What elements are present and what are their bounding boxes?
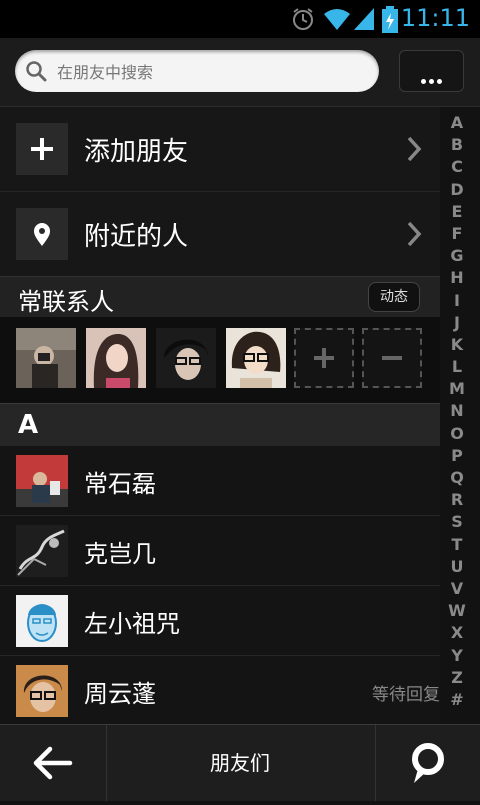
avatar (16, 665, 68, 717)
contact-name: 常石磊 (84, 470, 156, 498)
avatar[interactable] (156, 328, 216, 388)
feed-button[interactable]: 动态 (368, 282, 420, 312)
index-letter[interactable]: # (442, 689, 472, 711)
alphabet-index[interactable]: A B C D E F G H I J K L M N O P Q R S T U V W X Y Z # (442, 112, 472, 711)
avatar (16, 525, 68, 577)
contact-name: 周云蓬 (84, 680, 156, 708)
pending-reply-status: 等待回复 (372, 685, 440, 705)
location-marker-icon (412, 743, 444, 783)
section-title: 常联系人 (18, 288, 114, 316)
nearby-people-row[interactable]: 附近的人 (0, 192, 440, 276)
index-letter[interactable]: F (442, 223, 472, 245)
avatar (16, 595, 68, 647)
index-letter[interactable]: J (442, 312, 472, 334)
add-friend-row[interactable]: 添加朋友 (0, 107, 440, 191)
search-bar[interactable] (15, 50, 379, 92)
battery-icon (380, 6, 400, 38)
avatar[interactable] (16, 328, 76, 388)
back-button[interactable] (0, 725, 107, 801)
chevron-right-icon (406, 135, 422, 167)
status-time: 11:11 (400, 4, 470, 32)
index-letter[interactable]: X (442, 622, 472, 644)
index-letter[interactable]: D (442, 179, 472, 201)
remove-frequent-button[interactable] (362, 328, 422, 388)
index-letter[interactable]: I (442, 290, 472, 312)
index-letter[interactable]: Y (442, 645, 472, 667)
list-item[interactable]: 常石磊 (0, 446, 440, 516)
nearby-label: 附近的人 (84, 222, 189, 252)
index-letter[interactable]: A (442, 112, 472, 134)
add-frequent-button[interactable] (294, 328, 354, 388)
index-letter[interactable]: R (442, 489, 472, 511)
location-pin-icon (16, 208, 68, 260)
index-letter[interactable]: S (442, 511, 472, 533)
arrow-left-icon (33, 746, 73, 780)
plus-icon (314, 348, 334, 368)
index-letter[interactable]: M (442, 378, 472, 400)
search-header (0, 38, 480, 107)
avatar[interactable] (226, 328, 286, 388)
index-letter[interactable]: O (442, 423, 472, 445)
index-letter[interactable]: K (442, 334, 472, 356)
bottom-title: 朋友们 (210, 751, 270, 775)
letter-section-header: A (0, 403, 440, 446)
index-letter[interactable]: W (442, 600, 472, 622)
contact-name: 克岂几 (84, 540, 156, 568)
frequent-contacts-strip (0, 317, 440, 403)
index-letter[interactable]: U (442, 556, 472, 578)
bottom-bar: 朋友们 (0, 724, 480, 801)
index-letter[interactable]: N (442, 400, 472, 422)
index-letter[interactable]: Z (442, 667, 472, 689)
index-letter[interactable]: Q (442, 467, 472, 489)
avatar (16, 455, 68, 507)
location-button[interactable] (375, 725, 480, 801)
index-letter[interactable]: E (442, 201, 472, 223)
wifi-icon (322, 6, 352, 36)
list-item[interactable]: 左小祖咒 (0, 586, 440, 656)
index-letter[interactable]: T (442, 534, 472, 556)
add-friend-label: 添加朋友 (84, 137, 189, 167)
minus-icon (382, 356, 402, 360)
search-input[interactable] (55, 56, 369, 88)
frequent-contacts-header: 常联系人 动态 (0, 276, 440, 318)
index-letter[interactable]: P (442, 445, 472, 467)
index-letter[interactable]: G (442, 245, 472, 267)
avatar[interactable] (86, 328, 146, 388)
index-letter[interactable]: L (442, 356, 472, 378)
search-icon (25, 60, 47, 86)
index-letter[interactable]: B (442, 134, 472, 156)
plus-icon (16, 123, 68, 175)
status-bar: 11:11 (0, 0, 480, 38)
contact-name: 左小祖咒 (84, 610, 180, 638)
index-letter[interactable]: C (442, 156, 472, 178)
index-letter[interactable]: V (442, 578, 472, 600)
chevron-right-icon (406, 220, 422, 252)
list-item[interactable]: 周云蓬 等待回复 (0, 656, 440, 726)
letter-label: A (18, 410, 39, 440)
alarm-icon (290, 6, 316, 36)
signal-icon (352, 6, 376, 36)
more-button[interactable] (399, 50, 464, 92)
list-item[interactable]: 克岂几 (0, 516, 440, 586)
more-icon (421, 69, 445, 88)
index-letter[interactable]: H (442, 267, 472, 289)
